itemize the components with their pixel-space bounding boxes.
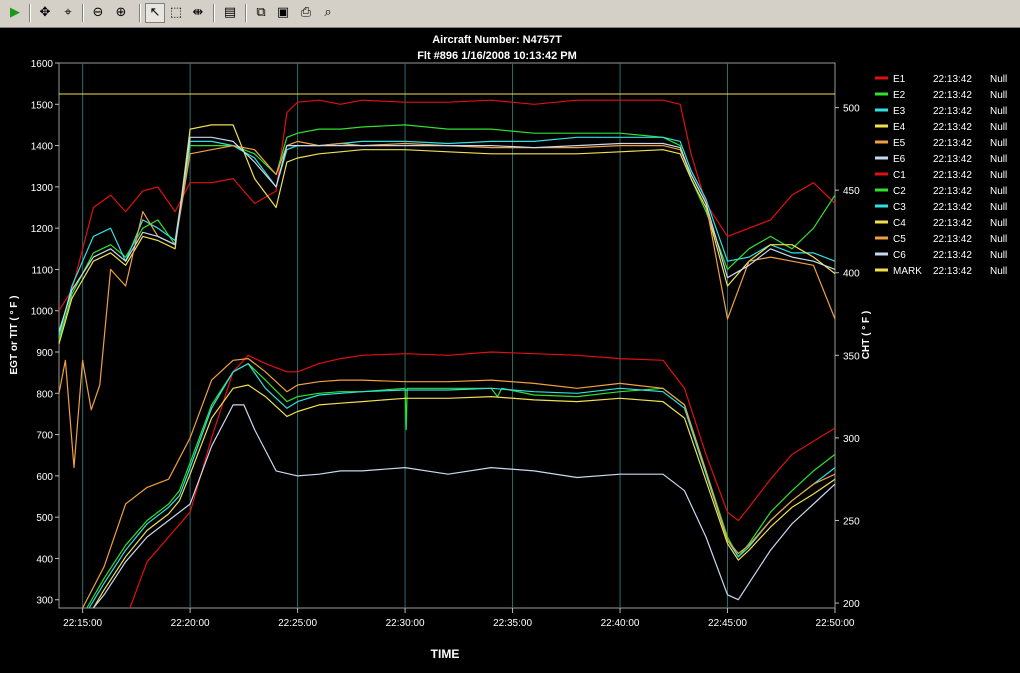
toolbar: ▶ ✥ ⌖ ⊖ ⊕ ↖ ⬚ ⇼ ▤ ⧉ ▣ ⎙ ⌕ xyxy=(0,0,1020,28)
copy-icon[interactable]: ⧉ xyxy=(251,3,271,23)
y-tick-label: 600 xyxy=(36,472,53,483)
y-tick-label: 1200 xyxy=(31,224,54,235)
y2-tick-label: 400 xyxy=(843,269,860,280)
x-axis-label: TIME xyxy=(431,647,460,661)
plot-area[interactable] xyxy=(58,62,836,609)
y-tick-label: 800 xyxy=(36,389,53,400)
legend-value: Null xyxy=(990,154,1007,165)
legend-time: 22:13:42 xyxy=(933,234,972,245)
legend-series-name: C4 xyxy=(893,218,906,229)
x-tick-label: 22:15:00 xyxy=(63,618,102,629)
y-tick-label: 1400 xyxy=(31,142,54,153)
legend-time: 22:13:42 xyxy=(933,266,972,277)
legend-value: Null xyxy=(990,250,1007,261)
chart-subtitle: Flt #896 1/16/2008 10:13:42 PM xyxy=(417,50,577,62)
legend-series-name: E6 xyxy=(893,154,906,165)
y2-tick-label: 250 xyxy=(843,516,860,527)
select-box-icon[interactable]: ⬚ xyxy=(166,3,186,23)
legend-series-name: E4 xyxy=(893,122,906,133)
pointer-icon[interactable]: ↖ xyxy=(145,3,165,23)
legend-time: 22:13:42 xyxy=(933,122,972,133)
legend-value: Null xyxy=(990,122,1007,133)
toolbar-separator xyxy=(139,4,141,22)
legend-series-name: C1 xyxy=(893,170,906,181)
legend-series-name: C2 xyxy=(893,186,906,197)
legend-time: 22:13:42 xyxy=(933,202,972,213)
legend-series-name: C5 xyxy=(893,234,906,245)
toolbar-separator xyxy=(82,4,84,22)
legend-series-name: E2 xyxy=(893,90,906,101)
y2-tick-label: 350 xyxy=(843,351,860,362)
legend-time: 22:13:42 xyxy=(933,250,972,261)
print-icon[interactable]: ⎙ xyxy=(296,3,316,23)
legend-time: 22:13:42 xyxy=(933,218,972,229)
zoom-out-icon[interactable]: ⊖ xyxy=(88,3,108,23)
zoom-in-icon[interactable]: ⊕ xyxy=(111,3,131,23)
y-tick-label: 1300 xyxy=(31,183,54,194)
legend-series-name: E5 xyxy=(893,138,906,149)
zoom-area-icon[interactable]: ⌖ xyxy=(58,3,78,23)
legend-time: 22:13:42 xyxy=(933,90,972,101)
legend-series-name: E3 xyxy=(893,106,906,117)
legend-value: Null xyxy=(990,74,1007,85)
legend-time: 22:13:42 xyxy=(933,170,972,181)
legend-series-name: C6 xyxy=(893,250,906,261)
y-tick-label: 400 xyxy=(36,554,53,565)
legend-time: 22:13:42 xyxy=(933,106,972,117)
legend-time: 22:13:42 xyxy=(933,154,972,165)
legend-value: Null xyxy=(990,90,1007,101)
y2-tick-label: 200 xyxy=(843,599,860,610)
toolbar-separator xyxy=(29,4,31,22)
flight-chart: Aircraft Number: N4757T Flt #896 1/16/20… xyxy=(9,34,1007,661)
fit-width-icon[interactable]: ⇼ xyxy=(188,3,208,23)
legend-series-name: MARK xyxy=(893,266,922,277)
legend-series-name: C3 xyxy=(893,202,906,213)
y2-tick-label: 300 xyxy=(843,434,860,445)
y-tick-label: 1600 xyxy=(31,59,54,70)
y2-tick-label: 450 xyxy=(843,186,860,197)
x-tick-label: 22:45:00 xyxy=(708,618,747,629)
x-tick-label: 22:30:00 xyxy=(386,618,425,629)
legend-time: 22:13:42 xyxy=(933,186,972,197)
legend-value: Null xyxy=(990,106,1007,117)
legend-value: Null xyxy=(990,266,1007,277)
legend-series-name: E1 xyxy=(893,74,906,85)
legend-time: 22:13:42 xyxy=(933,138,972,149)
y-tick-label: 700 xyxy=(36,431,53,442)
legend-value: Null xyxy=(990,170,1007,181)
legend-value: Null xyxy=(990,234,1007,245)
run-icon[interactable]: ▶ xyxy=(5,3,25,23)
legend-value: Null xyxy=(990,218,1007,229)
y2-axis-label: CHT ( ° F ) xyxy=(861,311,872,359)
properties-icon[interactable]: ▤ xyxy=(220,3,240,23)
toolbar-separator xyxy=(213,4,215,22)
x-tick-label: 22:35:00 xyxy=(493,618,532,629)
legend-time: 22:13:42 xyxy=(933,74,972,85)
legend-value: Null xyxy=(990,202,1007,213)
toolbar-separator xyxy=(245,4,247,22)
save-icon[interactable]: ▣ xyxy=(273,3,293,23)
y2-tick-label: 500 xyxy=(843,104,860,115)
y-tick-label: 1500 xyxy=(31,100,54,111)
y-tick-label: 500 xyxy=(36,513,53,524)
y-tick-label: 300 xyxy=(36,596,53,607)
pan-icon[interactable]: ✥ xyxy=(35,3,55,23)
chart-title: Aircraft Number: N4757T xyxy=(432,34,562,46)
y-axis-label: EGT or TIT ( ° F ) xyxy=(9,296,20,375)
legend: E1 22:13:42 Null E2 22:13:42 Null E3 22:13:42 Nu… xyxy=(875,74,1007,277)
x-tick-label: 22:50:00 xyxy=(816,618,855,629)
legend-value: Null xyxy=(990,186,1007,197)
y-tick-label: 1100 xyxy=(31,265,53,276)
legend-value: Null xyxy=(990,138,1007,149)
x-tick-label: 22:40:00 xyxy=(601,618,640,629)
y-tick-label: 900 xyxy=(36,348,53,359)
print-preview-icon[interactable]: ⌕ xyxy=(318,3,338,23)
x-tick-label: 22:25:00 xyxy=(278,618,317,629)
y-tick-label: 1000 xyxy=(31,307,54,318)
x-tick-label: 22:20:00 xyxy=(171,618,210,629)
